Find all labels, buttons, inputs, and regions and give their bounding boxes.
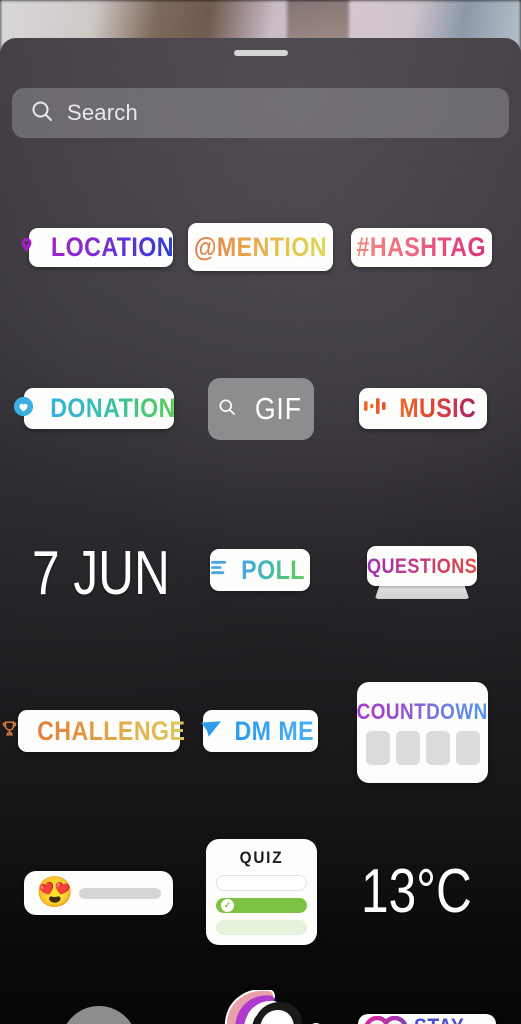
sticker-emoji-slider[interactable]: 😍: [24, 871, 173, 915]
stay-home-line1: STAY: [414, 1014, 464, 1024]
countdown-block: [455, 730, 480, 765]
sticker-dm-me[interactable]: DM ME: [200, 710, 318, 752]
sticker-donation-label: DONATION: [49, 393, 176, 423]
sticker-location[interactable]: LOCATION: [21, 228, 174, 267]
check-icon: ✓: [221, 898, 234, 912]
sticker-questions-label: QUESTIONS: [366, 554, 478, 578]
search-placeholder: Search: [67, 100, 138, 125]
sticker-music[interactable]: MUSIC: [359, 388, 487, 429]
sticker-quiz[interactable]: QUIZ ✓: [206, 839, 317, 945]
search-input[interactable]: Search: [12, 88, 509, 138]
sticker-countdown-label: COUNTDOWN: [356, 698, 489, 724]
sticker-tray-sheet: Search LOCATION @MENTION #HASHTAG DONATI…: [0, 38, 521, 1024]
countdown-blocks: [365, 730, 480, 765]
sticker-poll-label: POLL: [240, 554, 305, 585]
sticker-challenge-label: CHALLENGE: [37, 715, 186, 746]
paper-plane-icon: [200, 719, 222, 744]
quiz-title: QUIZ: [239, 848, 284, 867]
search-icon: [217, 397, 237, 422]
sticker-location-label: LOCATION: [51, 232, 174, 262]
stay-home-label: STAY HOME: [414, 1014, 474, 1024]
sticker-hashtag[interactable]: #HASHTAG: [351, 228, 492, 267]
emoji-slider-emoji: 😍: [36, 876, 74, 909]
sticker-hashtag-label: #HASHTAG: [356, 232, 487, 262]
sticker-music-label: MUSIC: [399, 393, 477, 423]
sticker-temperature[interactable]: 13°C: [361, 861, 472, 923]
sticker-stay-home[interactable]: STAY HOME: [358, 1014, 496, 1024]
camera-roll-button[interactable]: [61, 1006, 137, 1024]
quiz-option[interactable]: [216, 919, 307, 935]
sticker-questions[interactable]: QUESTIONS: [366, 546, 478, 599]
sticker-donation[interactable]: DONATION: [13, 388, 176, 429]
quiz-option-correct[interactable]: ✓: [216, 897, 307, 913]
sticker-challenge[interactable]: CHALLENGE: [2, 710, 185, 752]
stories-sticker-screen: Search LOCATION @MENTION #HASHTAG DONATI…: [0, 0, 521, 1024]
sticker-countdown[interactable]: COUNTDOWN: [357, 682, 488, 783]
sticker-dm-me-label: DM ME: [234, 715, 315, 746]
countdown-block: [395, 730, 420, 765]
sticker-mention[interactable]: @MENTION: [188, 223, 333, 271]
sticker-gif[interactable]: GIF: [208, 378, 314, 440]
emoji-slider-track[interactable]: [79, 887, 161, 899]
heart-home-icon: [364, 1015, 408, 1024]
sticker-gif-label: GIF: [254, 391, 302, 426]
location-pin-icon: [18, 235, 35, 260]
music-bars-icon: [363, 396, 387, 421]
sticker-mention-label: @MENTION: [193, 231, 328, 262]
rainbow-swirl-sticker[interactable]: [196, 988, 330, 1024]
countdown-block: [365, 730, 390, 765]
sticker-poll[interactable]: POLL: [210, 549, 310, 591]
sticker-date[interactable]: 7 JUN: [32, 543, 170, 605]
quiz-option[interactable]: [216, 875, 307, 891]
heart-circle-icon: [13, 396, 34, 422]
search-icon: [30, 99, 54, 128]
trophy-icon: [0, 719, 19, 743]
countdown-block: [425, 730, 450, 765]
poll-bars-icon: [210, 559, 230, 581]
sheet-drag-handle[interactable]: [233, 50, 288, 56]
